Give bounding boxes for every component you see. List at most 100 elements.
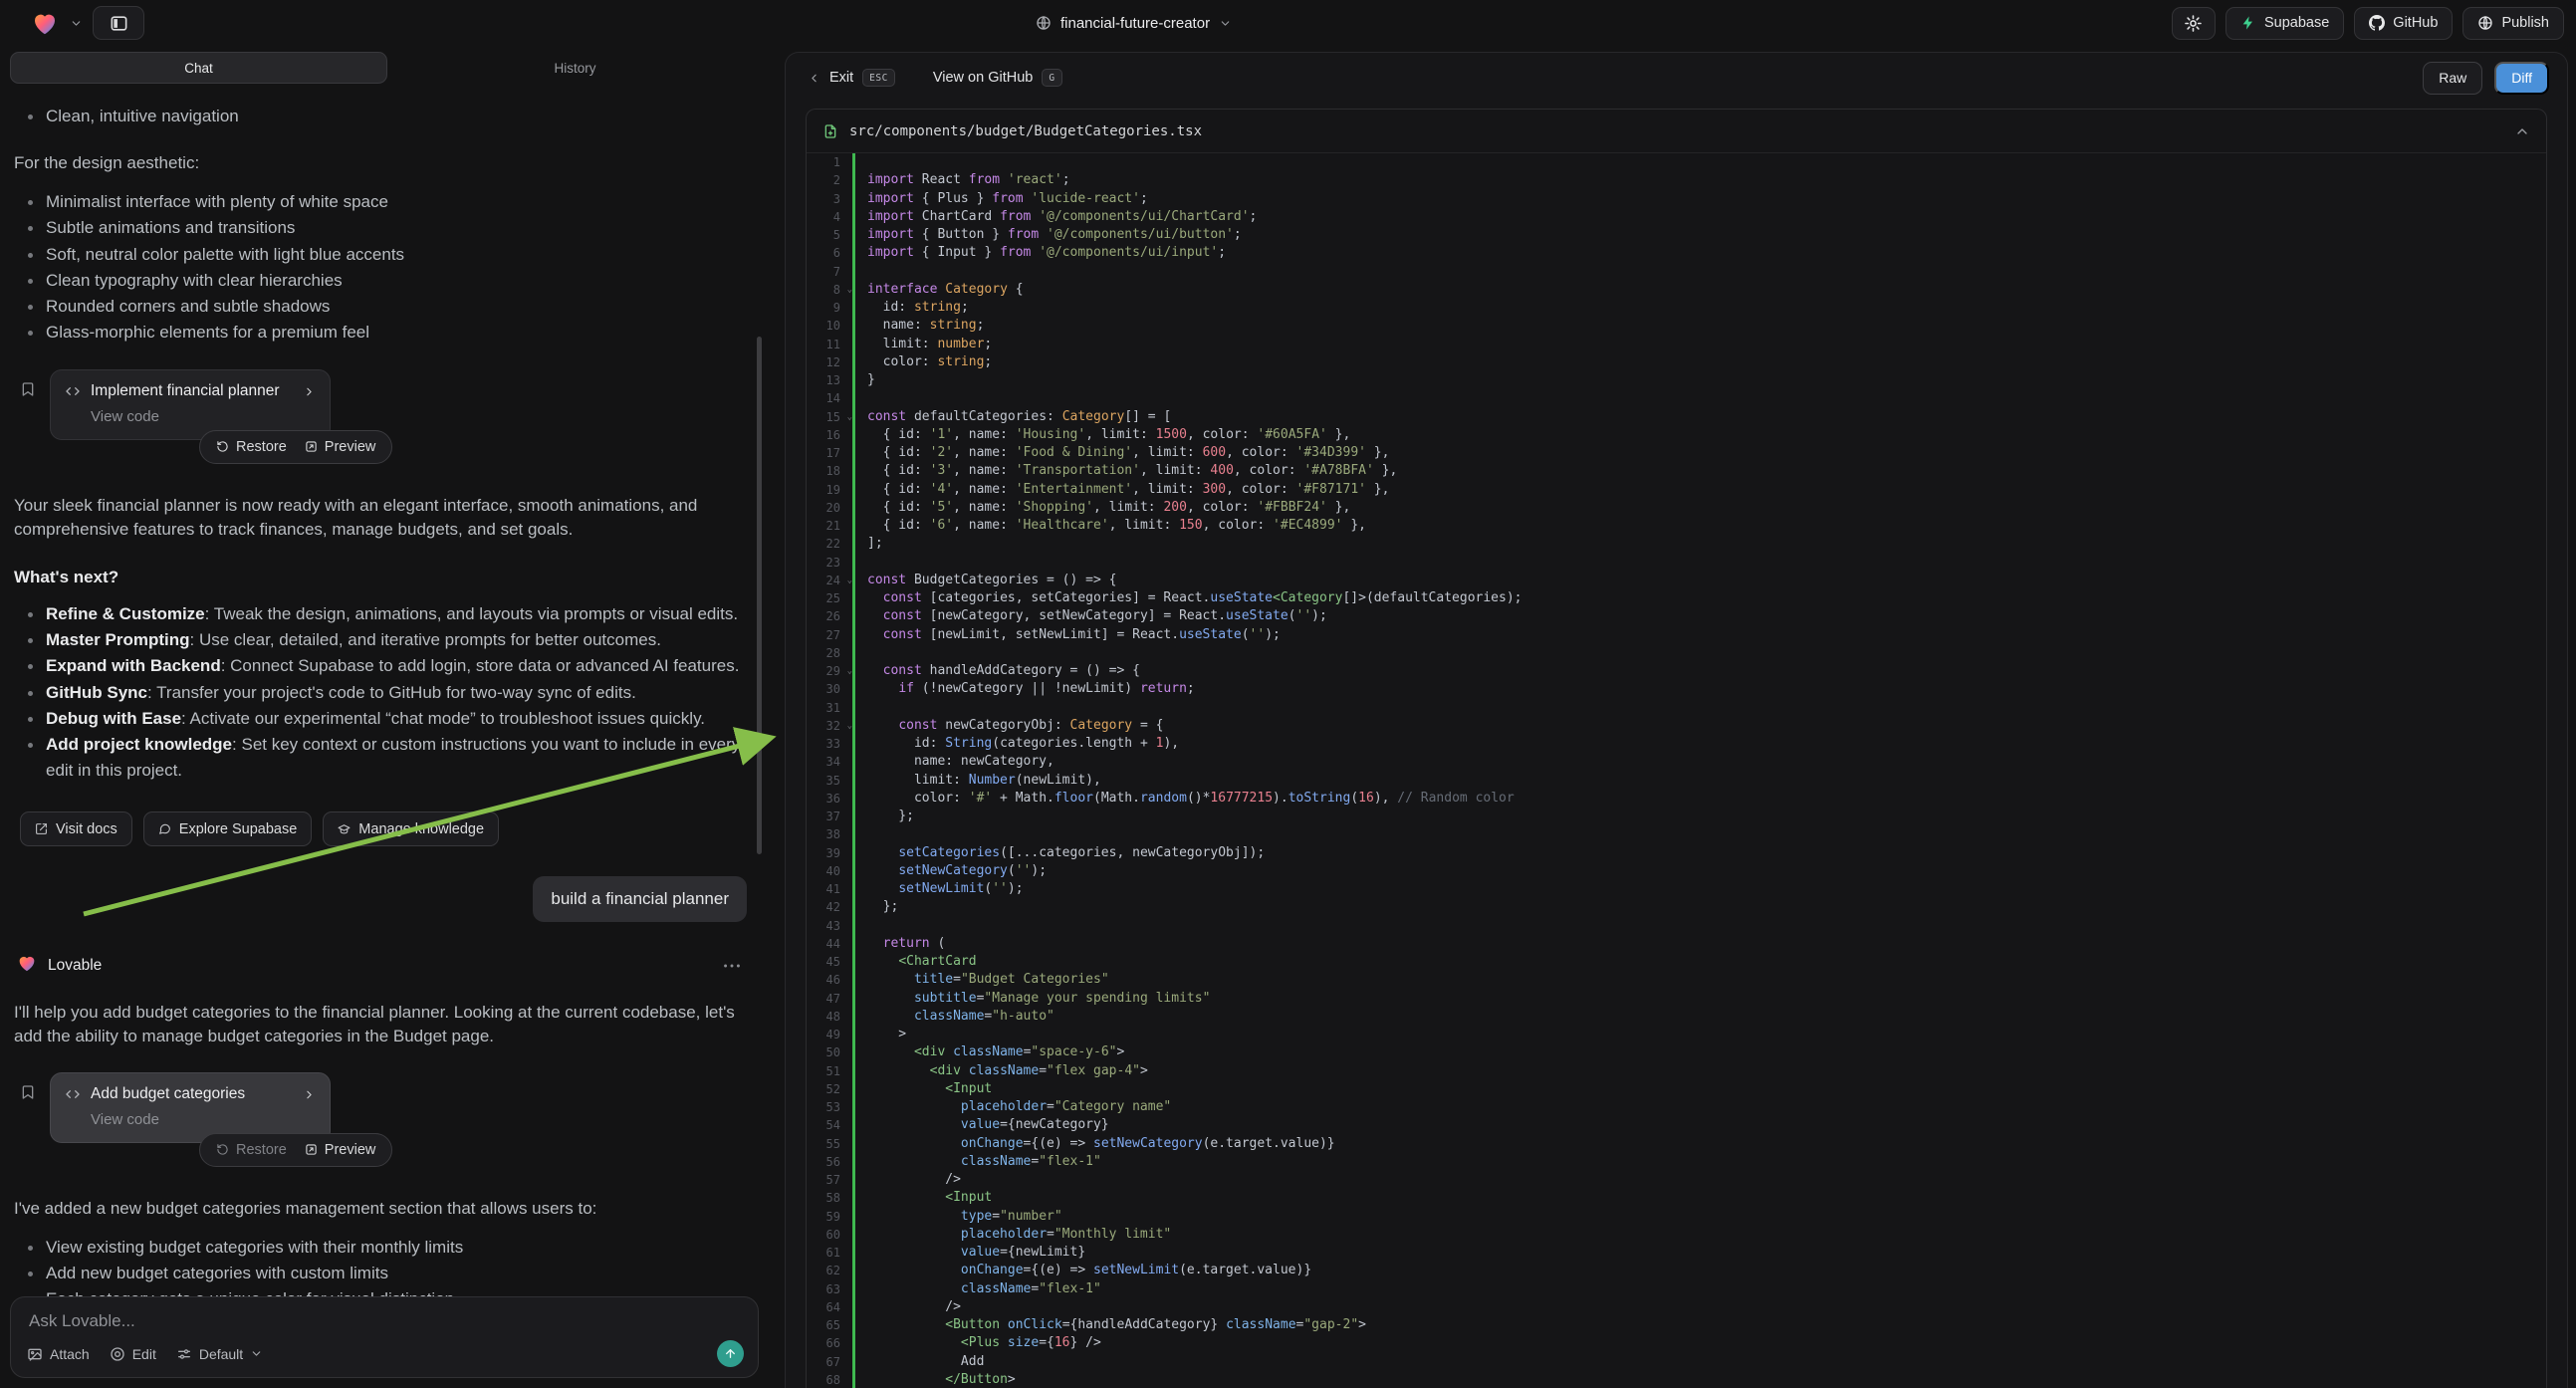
code-text: className="h-auto" [855,1008,1054,1026]
code-line: 49 > [807,1026,2546,1043]
line-number: 50 [807,1043,852,1061]
more-options-icon[interactable] [721,955,743,977]
line-number: 48 [807,1008,852,1026]
attach-button[interactable]: Attach [27,1346,90,1362]
github-button[interactable]: GitHub [2354,7,2453,40]
line-number: 18 [807,462,852,480]
fold-chevron-icon[interactable]: ⌄ [847,572,852,589]
supabase-button[interactable]: Supabase [2225,7,2344,40]
chevron-up-icon[interactable] [2514,123,2530,139]
code-text: id: string; [855,299,969,317]
chat-tabs: Chat History [10,52,763,84]
line-number: 39 [807,844,852,862]
manage-knowledge-button[interactable]: Manage knowledge [323,811,499,846]
fold-chevron-icon[interactable]: ⌄ [847,662,852,680]
button-label: Explore Supabase [179,821,298,837]
code-line: 47 subtitle="Manage your spending limits… [807,990,2546,1008]
bullet-list: Clean, intuitive navigation [14,104,751,129]
line-number: 31 [807,699,852,717]
code-line: 43 [807,917,2546,935]
code-text: color: string; [855,353,992,371]
exit-button[interactable]: Exit ESC [808,69,895,87]
topbar: financial-future-creator Supabase GitHub… [0,0,2576,46]
bookmark-icon[interactable] [20,381,36,397]
code-line: 68 </Button> [807,1371,2546,1388]
code-editor[interactable]: 1 2import React from 'react';3import { P… [807,153,2546,1388]
settings-button[interactable] [2172,7,2216,40]
code-line: 24⌄const BudgetCategories = () => { [807,572,2546,589]
send-button[interactable] [717,1340,744,1367]
line-number: 54 [807,1116,852,1134]
card-actions-pill: Restore Preview [199,1133,392,1167]
tool-card-title: Add budget categories [91,1085,293,1103]
list-item: Clean typography with clear hierarchies [14,268,751,294]
code-text: <div className="space-y-6"> [855,1043,1124,1061]
chevron-down-icon [250,1347,263,1360]
line-number: 3 [807,190,852,208]
visit-docs-button[interactable]: Visit docs [20,811,132,846]
raw-toggle-button[interactable]: Raw [2423,62,2482,95]
code-text: setNewLimit(''); [855,880,1024,898]
sidebar-toggle-button[interactable] [93,6,144,40]
user-message: build a financial planner [533,876,747,922]
explore-supabase-button[interactable]: Explore Supabase [143,811,313,846]
line-number: 24⌄ [807,572,852,589]
code-line: 65 <Button onClick={handleAddCategory} c… [807,1316,2546,1334]
code-text: color: '#' + Math.floor(Math.random()*16… [855,790,1515,808]
chevron-down-icon[interactable] [70,17,83,30]
code-text [855,825,875,843]
fold-chevron-icon[interactable]: ⌄ [847,717,852,735]
line-number: 62 [807,1262,852,1279]
code-text: const defaultCategories: Category[] = [ [855,408,1171,426]
restore-button[interactable]: Restore [216,439,287,455]
code-text: <Input [855,1080,992,1098]
code-text: const handleAddCategory = () => { [855,662,1140,680]
line-number: 34 [807,753,852,771]
fold-chevron-icon[interactable]: ⌄ [847,281,852,299]
edit-mode-button[interactable]: Edit [110,1346,156,1362]
view-code-link[interactable]: View code [91,1111,316,1128]
code-text: { id: '5', name: 'Shopping', limit: 200,… [855,499,1350,517]
chat-heading: What's next? [14,568,751,587]
code-line: 56 className="flex-1" [807,1153,2546,1171]
line-number: 42 [807,898,852,916]
button-label: Visit docs [56,821,117,837]
code-line: 50 <div className="space-y-6"> [807,1043,2546,1061]
code-text: interface Category { [855,281,1024,299]
chat-scrollbar[interactable] [757,337,762,854]
fold-chevron-icon[interactable]: ⌄ [847,408,852,426]
line-number: 4 [807,208,852,226]
bookmark-icon[interactable] [20,1084,36,1100]
model-select[interactable]: Default [176,1346,263,1362]
ask-lovable-input[interactable] [29,1311,742,1331]
preview-button[interactable]: Preview [305,439,376,455]
line-number: 32⌄ [807,717,852,735]
tab-chat[interactable]: Chat [10,52,387,84]
chat-paragraph: For the design aesthetic: [14,151,751,175]
publish-button[interactable]: Publish [2462,7,2564,40]
image-icon [27,1346,43,1362]
file-header[interactable]: src/components/budget/BudgetCategories.t… [807,110,2546,153]
lovable-app-window: financial-future-creator Supabase GitHub… [0,0,2576,1388]
restore-button[interactable]: Restore [216,1142,287,1158]
chevron-right-icon [303,385,316,398]
preview-button[interactable]: Preview [305,1142,376,1158]
lovable-logo-icon[interactable] [30,8,60,38]
line-number: 38 [807,825,852,843]
code-text: <Button onClick={handleAddCategory} clas… [855,1316,1366,1334]
code-line: 19 { id: '4', name: 'Entertainment', lim… [807,481,2546,499]
list-item: Debug with Ease: Activate our experiment… [14,706,751,732]
tab-history[interactable]: History [387,52,763,84]
code-line: 33 id: String(categories.length + 1), [807,735,2546,753]
chat-panel: Chat History Clean, intuitive navigation… [0,46,775,1388]
view-on-github-button[interactable]: View on GitHub G [933,69,1062,87]
tool-card-header: Implement financial planner [65,382,316,400]
code-line: 37 }; [807,808,2546,825]
project-switcher[interactable]: financial-future-creator [1036,0,1232,46]
line-number: 64 [807,1298,852,1316]
diff-toggle-button[interactable]: Diff [2494,62,2549,95]
line-number: 52 [807,1080,852,1098]
code-line: 67 Add [807,1353,2546,1371]
view-code-link[interactable]: View code [91,408,316,425]
code-line: 42 }; [807,898,2546,916]
